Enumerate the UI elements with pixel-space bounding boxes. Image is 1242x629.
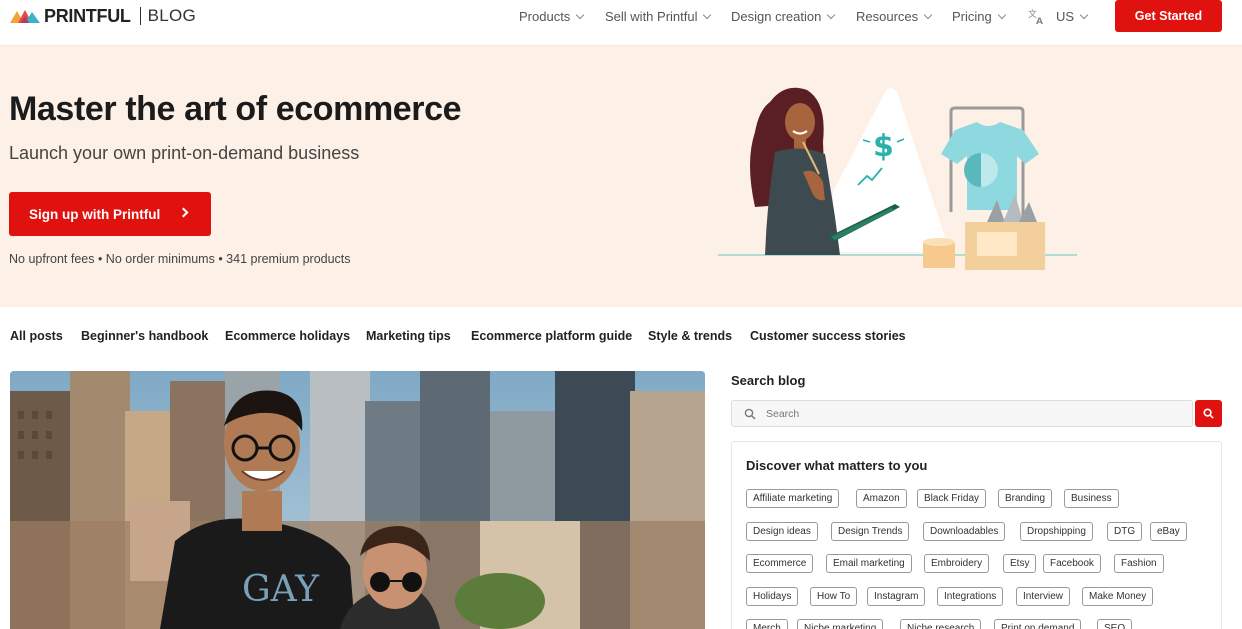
tag[interactable]: Facebook — [1043, 554, 1101, 573]
tag[interactable]: Business — [1064, 489, 1119, 508]
hero-benefits-note: No upfront fees • No order minimums • 34… — [9, 252, 351, 266]
svg-text:A: A — [1036, 17, 1043, 25]
menu-resources[interactable]: Resources — [856, 9, 933, 24]
search-field — [731, 400, 1193, 427]
tag[interactable]: Downloadables — [923, 522, 1006, 541]
tag[interactable]: Merch — [746, 619, 788, 629]
tag[interactable]: Interview — [1016, 587, 1071, 606]
get-started-button[interactable]: Get Started — [1115, 0, 1222, 32]
tag[interactable]: eBay — [1150, 522, 1187, 541]
menu-sell-with-printful[interactable]: Sell with Printful — [605, 9, 712, 24]
printful-blog-logo[interactable]: PRINTFUL BLOG — [10, 6, 196, 26]
category-customer-success-stories[interactable]: Customer success stories — [750, 329, 906, 343]
tag[interactable]: SEO — [1097, 619, 1133, 629]
tag[interactable]: DTG — [1107, 522, 1143, 541]
chevron-down-icon — [703, 10, 712, 20]
tag[interactable]: Black Friday — [917, 489, 987, 508]
hero-subtitle: Launch your own print-on-demand business — [9, 143, 360, 163]
printful-logo-mark-icon — [10, 10, 40, 23]
svg-text:GAY: GAY — [242, 569, 320, 610]
menu-pricing[interactable]: Pricing — [952, 9, 1006, 24]
search-input[interactable] — [766, 405, 1186, 423]
tag[interactable]: Make Money — [1082, 587, 1154, 606]
tag[interactable]: Design ideas — [746, 522, 818, 541]
svg-text:$: $ — [873, 129, 894, 164]
tag[interactable]: Instagram — [867, 587, 926, 606]
tag[interactable]: Niche marketing — [797, 619, 884, 629]
search-icon — [744, 408, 756, 420]
top-navigation: PRINTFUL BLOG Products Sell with Printfu… — [0, 0, 1242, 46]
search-button[interactable] — [1195, 400, 1222, 427]
tag[interactable]: Niche research — [900, 619, 982, 629]
tag[interactable]: Dropshipping — [1020, 522, 1093, 541]
tag[interactable]: Amazon — [856, 489, 907, 508]
tag[interactable]: Holidays — [746, 587, 799, 606]
tag[interactable]: Etsy — [1003, 554, 1037, 573]
category-ecommerce-holidays[interactable]: Ecommerce holidays — [225, 329, 350, 343]
category-style-trends[interactable]: Style & trends — [648, 329, 732, 343]
category-all-posts[interactable]: All posts — [10, 329, 63, 343]
logo-wordmark: PRINTFUL — [44, 5, 131, 26]
chevron-down-icon — [827, 10, 836, 20]
search-blog-title: Search blog — [731, 373, 806, 388]
search-icon — [1203, 408, 1214, 419]
city-rooftop-photo: GAY — [10, 371, 705, 629]
menu-region[interactable]: US — [1056, 9, 1089, 24]
topics-panel: Discover what matters to you Affiliate m… — [731, 441, 1222, 629]
featured-post-image[interactable]: GAY — [10, 371, 705, 629]
chevron-down-icon — [997, 10, 1006, 20]
logo-section-label: BLOG — [147, 6, 197, 25]
chevron-right-icon — [178, 207, 189, 218]
chevron-down-icon — [1079, 10, 1089, 20]
hero-illustration: $ — [718, 87, 1077, 270]
tag[interactable]: Ecommerce — [746, 554, 814, 573]
category-ecommerce-platform-guide[interactable]: Ecommerce platform guide — [471, 329, 632, 343]
hero-banner: Master the art of ecommerce Launch your … — [0, 46, 1242, 307]
menu-design-creation[interactable]: Design creation — [731, 9, 836, 24]
tag[interactable]: Design Trends — [831, 522, 910, 541]
sign-up-button[interactable]: Sign up with Printful — [9, 192, 211, 236]
hero-title: Master the art of ecommerce — [9, 90, 462, 128]
tag[interactable]: Affiliate marketing — [746, 489, 840, 508]
tag[interactable]: Branding — [998, 489, 1053, 508]
chevron-down-icon — [923, 10, 933, 20]
tag[interactable]: How To — [810, 587, 858, 606]
tag[interactable]: Embroidery — [924, 554, 990, 573]
topics-title: Discover what matters to you — [746, 458, 928, 473]
tag[interactable]: Email marketing — [826, 554, 912, 573]
chevron-down-icon — [576, 10, 585, 20]
tag[interactable]: Print on demand — [994, 619, 1082, 629]
logo-divider — [139, 7, 141, 25]
menu-products[interactable]: Products — [519, 9, 585, 24]
translate-icon[interactable]: 文 A — [1027, 7, 1045, 25]
tag[interactable]: Fashion — [1114, 554, 1164, 573]
tag[interactable]: Integrations — [937, 587, 1004, 606]
category-beginners-handbook[interactable]: Beginner's handbook — [81, 329, 208, 343]
category-marketing-tips[interactable]: Marketing tips — [366, 329, 451, 343]
